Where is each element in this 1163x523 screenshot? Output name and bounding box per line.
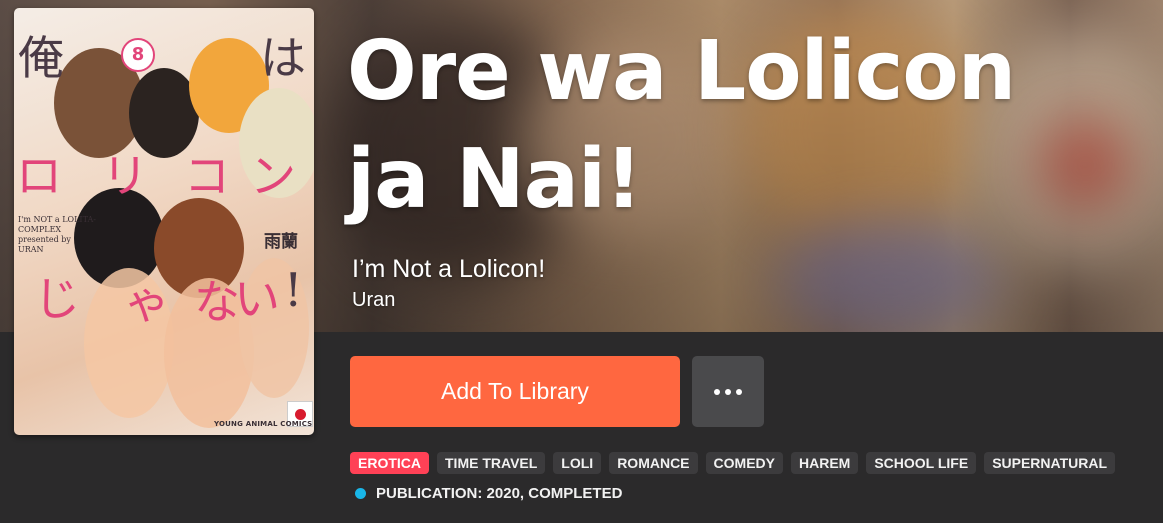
cover-title-char: リ [102,149,148,203]
tag-time-travel[interactable]: TIME TRAVEL [437,452,546,474]
cover-image[interactable]: 俺 は ロ リ コ ン じ ゃ な い ! 8 I'm NOT a LOLITA… [14,8,314,435]
tag-romance[interactable]: ROMANCE [609,452,698,474]
ellipsis-icon [714,388,742,395]
tag-supernatural[interactable]: SUPERNATURAL [984,452,1116,474]
cover-title-char: は [260,31,306,85]
tag-loli[interactable]: LOLI [553,452,602,474]
cover-title-char: ゃ [124,275,170,329]
cover-title-char: ロ [16,149,62,203]
cover-title-char: ン [250,149,296,203]
tag-harem[interactable]: HAREM [790,452,859,474]
page-title: Ore wa Lolicon ja Nai! [347,18,1163,234]
tag-comedy[interactable]: COMEDY [705,452,783,474]
alt-title: I’m Not a Lolicon! [352,255,546,283]
cover-publisher: YOUNG ANIMAL COMICS [214,420,313,428]
publication-info: PUBLICATION: 2020, COMPLETED [355,485,622,502]
volume-badge: 8 [121,38,155,72]
cover-title-char: 俺 [18,31,64,85]
cover-title-char: ! [284,263,303,317]
cover-title-char: い [234,272,280,326]
cover-subtitle: I'm NOT a LOLITA-COMPLEX presented by UR… [18,215,96,254]
more-options-button[interactable] [692,356,764,427]
publication-text: PUBLICATION: 2020, COMPLETED [376,485,623,502]
add-to-library-label: Add To Library [441,378,589,404]
tag-erotica[interactable]: EROTICA [350,452,429,474]
status-dot-icon [355,488,366,499]
author-link[interactable]: Uran [352,289,395,312]
cover-author: 雨蘭 [264,232,298,252]
tag-list: EROTICA TIME TRAVEL LOLI ROMANCE COMEDY … [350,452,1116,474]
tag-school-life[interactable]: SCHOOL LIFE [866,452,977,474]
cover-title-char: じ [34,272,80,326]
add-to-library-button[interactable]: Add To Library [350,356,680,427]
title-line-2: ja Nai! [347,132,642,227]
title-line-1: Ore wa Lolicon [347,24,1016,119]
cover-title-char: コ [184,149,230,203]
